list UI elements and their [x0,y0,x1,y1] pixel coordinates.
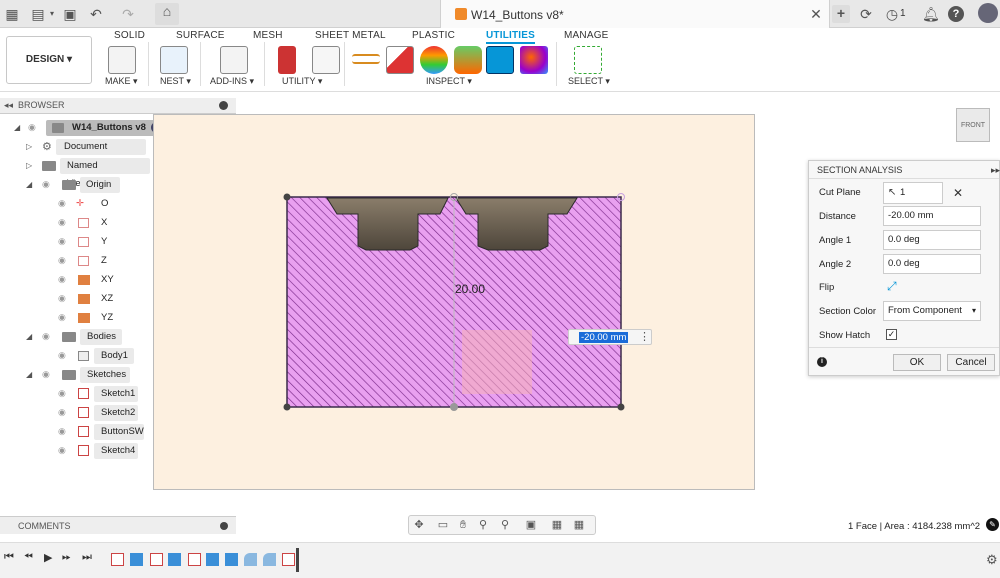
timeline-extrude-icon[interactable] [130,553,143,566]
angle2-label: Angle 2 [819,259,852,270]
timeline-sketch-icon[interactable] [150,553,163,566]
cancel-button[interactable]: Cancel [947,354,995,371]
dimension-label[interactable]: 20.00 [455,282,485,296]
step-forward-icon[interactable]: ⏩︎ [62,551,71,564]
ok-button[interactable]: OK [893,354,941,371]
distance-input[interactable]: -20.00 mm [579,332,629,343]
pan-icon[interactable]: ✋︎ [457,519,469,531]
clear-selection-icon[interactable]: ✕ [953,186,963,200]
orbit-icon[interactable]: ✥ [413,519,425,531]
timeline-sketch-icon[interactable] [188,553,201,566]
timeline-fillet-icon[interactable] [263,553,276,566]
distance-input-box[interactable]: -20.00 mm ⋮ [568,329,652,345]
feedback-icon[interactable]: ✎ [986,518,999,531]
timeline-sketch-icon[interactable] [111,553,124,566]
angle2-field[interactable]: 0.0 deg [883,254,981,274]
timeline-extrude-icon[interactable] [168,553,181,566]
flip-label: Flip [819,282,835,293]
display-settings-icon[interactable]: ▣ [525,519,537,531]
viewcube[interactable]: FRONT [956,108,990,142]
look-at-icon[interactable]: ▭ [437,519,449,531]
angle1-label: Angle 1 [819,235,852,246]
zoom-icon[interactable]: ⚲ [477,519,489,531]
chevron-down-icon: ▾ [971,306,976,315]
gear-icon[interactable]: ⚙ [986,552,998,568]
timeline-sketch-icon[interactable] [282,553,295,566]
navigation-bar: ✥ ▭ ✋︎ ⚲ ⚲ ▣ ▦ ▦ [408,515,596,535]
play-icon[interactable]: ▶ [44,551,52,564]
section-color-select[interactable]: From Component ▾ [883,301,981,321]
show-hatch-label: Show Hatch [819,330,871,341]
go-to-end-icon[interactable]: ⏭ [82,551,92,564]
info-icon[interactable]: i [817,357,827,367]
show-hatch-checkbox[interactable]: ✓ [886,329,897,340]
zoom-window-icon[interactable]: ⚲ [499,519,511,531]
angle1-field[interactable]: 0.0 deg [883,230,981,250]
section-manipulator[interactable] [462,330,532,394]
selection-status: 1 Face | Area : 4184.238 mm^2 [848,521,981,532]
timeline: ⏮ ⏪︎ ▶ ⏩︎ ⏭ ⚙ [0,542,1000,578]
flip-icon[interactable]: ⤢ [887,279,897,294]
timeline-extrude-icon[interactable] [225,553,238,566]
step-back-icon[interactable]: ⏪︎ [24,551,33,564]
section-color-label: Section Color [819,306,877,317]
distance-label: Distance [819,211,856,222]
grid-settings-icon[interactable]: ▦ [551,519,563,531]
cursor-icon: ↖ [888,187,897,198]
panel-expand-icon[interactable]: ▸▸ [991,165,1000,176]
section-analysis-panel: SECTION ANALYSIS ▸▸ Cut Plane 1 selected… [808,160,1000,376]
more-options-icon[interactable]: ⋮ [639,330,650,343]
cut-plane-label: Cut Plane [819,187,861,198]
comments-bar[interactable]: COMMENTS [0,516,236,534]
panel-title: SECTION ANALYSIS [817,165,903,175]
comments-add-icon[interactable] [220,522,228,530]
distance-field[interactable]: -20.00 mm [883,206,981,226]
timeline-marker[interactable] [296,548,299,572]
comments-title: COMMENTS [18,521,71,531]
viewports-icon[interactable]: ▦ [573,519,585,531]
timeline-extrude-icon[interactable] [206,553,219,566]
timeline-fillet-icon[interactable] [244,553,257,566]
go-to-start-icon[interactable]: ⏮ [4,551,14,564]
